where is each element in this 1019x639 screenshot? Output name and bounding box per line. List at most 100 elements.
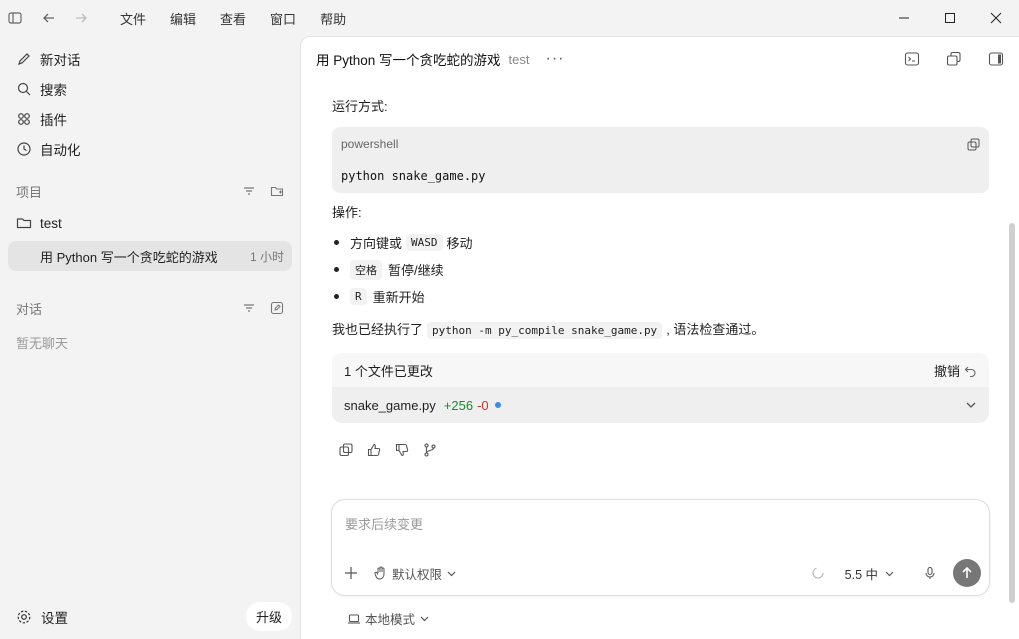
changed-file-row[interactable]: snake_game.py +256 -0: [332, 387, 989, 423]
composer[interactable]: 要求后续变更 默认权限 5.5 中: [331, 499, 990, 596]
menu-window[interactable]: 窗口: [258, 9, 308, 28]
projects-title: 项目: [16, 184, 43, 200]
model-selector[interactable]: 5.5 中: [811, 564, 937, 583]
list-item: R 重新开始: [332, 283, 989, 310]
chat-time: 1 小时: [249, 249, 284, 264]
projects-section-header: 项目: [0, 176, 300, 206]
copy-icon[interactable]: [967, 138, 980, 151]
chevron-down-icon: [420, 616, 429, 622]
ops-label: 操作:: [332, 205, 362, 220]
scrollbar[interactable]: [1009, 223, 1015, 603]
lines-added: +256: [443, 397, 474, 413]
sidebar-item-label: 自动化: [40, 143, 81, 158]
conversation-title: 用 Python 写一个贪吃蛇的游戏: [316, 53, 501, 68]
maximize-icon[interactable]: [927, 0, 973, 36]
right-panel-toggle-icon[interactable]: [988, 51, 1004, 67]
grid-icon: [18, 113, 30, 125]
sidebar-item-label: 新对话: [40, 53, 81, 68]
new-folder-icon[interactable]: [270, 184, 284, 198]
model-label: 5.5 中: [844, 567, 878, 582]
sidebar-item-label: 插件: [40, 113, 67, 128]
microphone-icon[interactable]: [923, 566, 937, 580]
title-bar: 文件 编辑 查看 窗口 帮助: [0, 0, 1019, 36]
terminal-icon[interactable]: [904, 51, 920, 67]
gear-icon: [17, 610, 31, 623]
more-options-icon[interactable]: ···: [546, 50, 565, 68]
sidebar-item-search[interactable]: 搜索: [0, 74, 300, 104]
code-text: python snake_game.py: [341, 169, 486, 183]
menu-file[interactable]: 文件: [108, 9, 158, 28]
code-language: powershell: [341, 137, 399, 151]
forward-arrow-icon[interactable]: [70, 7, 92, 29]
code-block: powershell python snake_game.py: [332, 127, 989, 193]
undo-icon: [964, 366, 976, 377]
message-content: 运行方式: powershell python snake_game.py 操作…: [332, 81, 989, 457]
file-changes-card: 1 个文件已更改 撤销 snake_game.py +256 -0: [332, 353, 989, 423]
permission-label: 默认权限: [392, 567, 443, 582]
plus-icon[interactable]: [344, 566, 358, 580]
thumbs-down-icon[interactable]: [395, 443, 409, 457]
unsaved-dot-icon: [494, 402, 501, 408]
laptop-icon: [348, 613, 360, 624]
search-icon: [17, 82, 31, 96]
arrow-up-icon: [962, 566, 972, 578]
compose-icon[interactable]: [270, 301, 284, 315]
copy-icon[interactable]: [339, 443, 353, 457]
main-panel: 用 Python 写一个贪吃蛇的游戏 test ··· 运行方式: powers…: [300, 36, 1019, 639]
sidebar-footer: 设置 升级: [0, 602, 300, 631]
window-controls: [881, 0, 1019, 36]
conversation-header: 用 Python 写一个贪吃蛇的游戏 test ···: [301, 37, 1019, 81]
conversations-title: 对话: [16, 301, 43, 317]
upgrade-button[interactable]: 升级: [245, 602, 292, 631]
clock-icon: [17, 142, 31, 156]
undo-button[interactable]: 撤销: [934, 361, 977, 380]
sidebar-item-plugins[interactable]: 插件: [0, 104, 300, 134]
menu-edit[interactable]: 编辑: [158, 9, 208, 28]
menu-bar: 文件 编辑 查看 窗口 帮助: [108, 9, 358, 28]
permission-dropdown[interactable]: 默认权限: [374, 564, 457, 583]
composer-placeholder[interactable]: 要求后续变更: [345, 514, 423, 533]
changed-file-name: snake_game.py: [344, 397, 436, 413]
back-arrow-icon[interactable]: [38, 7, 60, 29]
send-button[interactable]: [953, 559, 981, 587]
run-label: 运行方式:: [332, 99, 388, 114]
project-item-test[interactable]: test: [0, 208, 300, 238]
chat-item-active[interactable]: 用 Python 写一个贪吃蛇的游戏 1 小时: [8, 241, 292, 271]
folder-icon: [16, 218, 32, 229]
menu-view[interactable]: 查看: [208, 9, 258, 28]
sidebar: 新对话 搜索 插件 自动化 项目 test 用 Python 写一个贪吃蛇的游戏…: [0, 36, 300, 639]
mode-label: 本地模式: [365, 613, 416, 627]
loading-spinner-icon: [812, 567, 824, 579]
settings-button[interactable]: 设置: [16, 607, 68, 627]
chevron-down-icon: [885, 571, 894, 576]
lines-removed: -0: [477, 397, 489, 413]
filter-icon[interactable]: [242, 301, 256, 315]
chevron-down-icon: [447, 571, 456, 576]
branch-icon[interactable]: [423, 443, 437, 457]
sidebar-item-new-chat[interactable]: 新对话: [0, 44, 300, 74]
close-icon[interactable]: [973, 0, 1019, 36]
menu-help[interactable]: 帮助: [308, 9, 358, 28]
conversations-section-header: 对话: [0, 293, 300, 323]
settings-label: 设置: [41, 610, 68, 626]
filter-icon[interactable]: [242, 184, 256, 198]
compile-note: 我也已经执行了 python -m py_compile snake_game.p…: [332, 322, 765, 339]
chat-title: 用 Python 写一个贪吃蛇的游戏: [40, 249, 218, 265]
copy-windows-icon[interactable]: [946, 51, 962, 67]
sidebar-toggle-icon[interactable]: [4, 7, 26, 29]
list-item: 空格 暂停/继续: [332, 256, 989, 283]
chevron-down-icon[interactable]: [965, 399, 977, 411]
hand-icon: [374, 566, 385, 580]
project-name: test: [40, 215, 62, 231]
list-item: 方向键或 WASD 移动: [332, 229, 989, 256]
sidebar-item-label: 搜索: [40, 83, 67, 98]
conversation-project: test: [508, 51, 530, 67]
minimize-icon[interactable]: [881, 0, 927, 36]
message-actions: [332, 443, 989, 457]
thumbs-up-icon[interactable]: [367, 443, 381, 457]
mode-selector[interactable]: 本地模式: [347, 609, 430, 628]
controls-list: 方向键或 WASD 移动 空格 暂停/继续 R 重新开始: [332, 229, 989, 310]
changes-header: 1 个文件已更改: [344, 363, 433, 379]
edit-icon: [18, 53, 30, 65]
sidebar-item-automation[interactable]: 自动化: [0, 134, 300, 164]
